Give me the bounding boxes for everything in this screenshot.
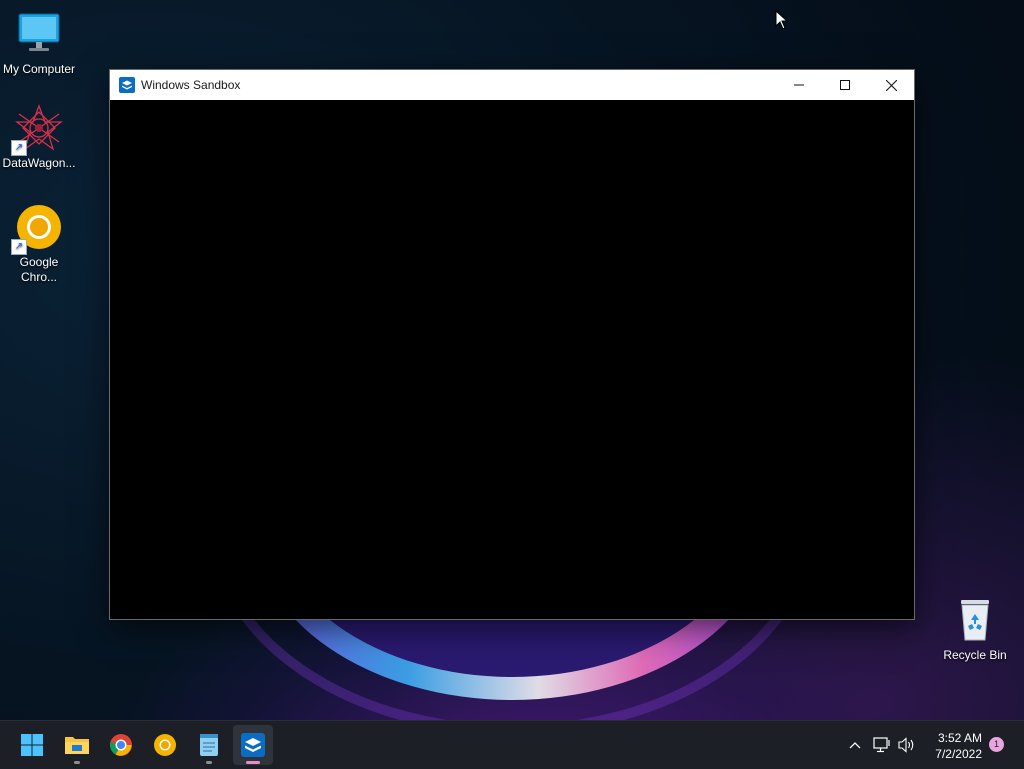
recycle-bin-icon [951, 596, 999, 644]
start-button[interactable] [12, 725, 52, 765]
desktop-icon-recycle-bin[interactable]: Recycle Bin [937, 596, 1013, 663]
minimize-icon [794, 84, 804, 86]
shortcut-arrow-icon: ↗ [11, 239, 27, 255]
taskbar-file-explorer[interactable] [57, 725, 97, 765]
desktop-icon-label: Recycle Bin [943, 648, 1007, 662]
desktop-icon-label: My Computer [2, 62, 76, 76]
window-title: Windows Sandbox [141, 78, 241, 92]
notepad-icon [200, 734, 218, 756]
minimize-button[interactable] [776, 70, 822, 100]
chrome-canary-icon: ↗ [11, 203, 63, 255]
datawagon-icon: ↗ [11, 104, 63, 156]
close-button[interactable] [868, 70, 914, 100]
clock-date: 7/2/2022 [935, 747, 982, 761]
network-icon [873, 737, 890, 753]
windows-start-icon [21, 734, 43, 756]
sandbox-window[interactable]: Windows Sandbox [109, 69, 915, 620]
taskbar-clock[interactable]: 3:52 AM 7/2/2022 [935, 730, 982, 762]
window-titlebar[interactable]: Windows Sandbox [110, 70, 914, 100]
taskbar-chrome[interactable] [101, 725, 141, 765]
desktop-icon-my-computer[interactable]: My Computer [1, 10, 77, 77]
chevron-up-icon [849, 742, 861, 749]
shortcut-arrow-icon: ↗ [11, 140, 27, 156]
taskbar-notepad[interactable] [189, 725, 229, 765]
monitor-icon [15, 10, 63, 58]
running-indicator [74, 761, 80, 764]
desktop: My Computer ↗ DataWagon... ↗ Google Chro… [0, 0, 1024, 720]
desktop-icon-google-chrome[interactable]: ↗ Google Chro... [1, 203, 77, 285]
tray-overflow-button[interactable] [843, 721, 867, 769]
folder-icon [65, 737, 89, 754]
chrome-canary-icon [154, 734, 176, 756]
network-status-button[interactable] [871, 721, 893, 769]
close-icon [885, 79, 897, 91]
notification-badge[interactable]: 1 [989, 737, 1004, 752]
taskbar-chrome-canary[interactable] [145, 725, 185, 765]
speaker-icon [898, 737, 914, 753]
desktop-icon-datawagon[interactable]: ↗ DataWagon... [1, 104, 77, 171]
desktop-icon-label: DataWagon... [2, 156, 76, 170]
mouse-cursor-icon [775, 10, 789, 30]
maximize-icon [840, 80, 850, 90]
running-indicator [206, 761, 212, 764]
chrome-icon [110, 734, 132, 756]
clock-time: 3:52 AM [937, 731, 982, 745]
sandbox-icon [119, 77, 135, 93]
sandbox-content-area[interactable] [110, 100, 914, 619]
volume-button[interactable] [896, 721, 918, 769]
active-indicator [246, 761, 260, 764]
taskbar-windows-sandbox[interactable] [233, 725, 273, 765]
desktop-icon-label: Google Chro... [19, 255, 59, 284]
taskbar: 3:52 AM 7/2/2022 1 [0, 720, 1024, 769]
sandbox-icon [241, 733, 265, 757]
maximize-button[interactable] [822, 70, 868, 100]
